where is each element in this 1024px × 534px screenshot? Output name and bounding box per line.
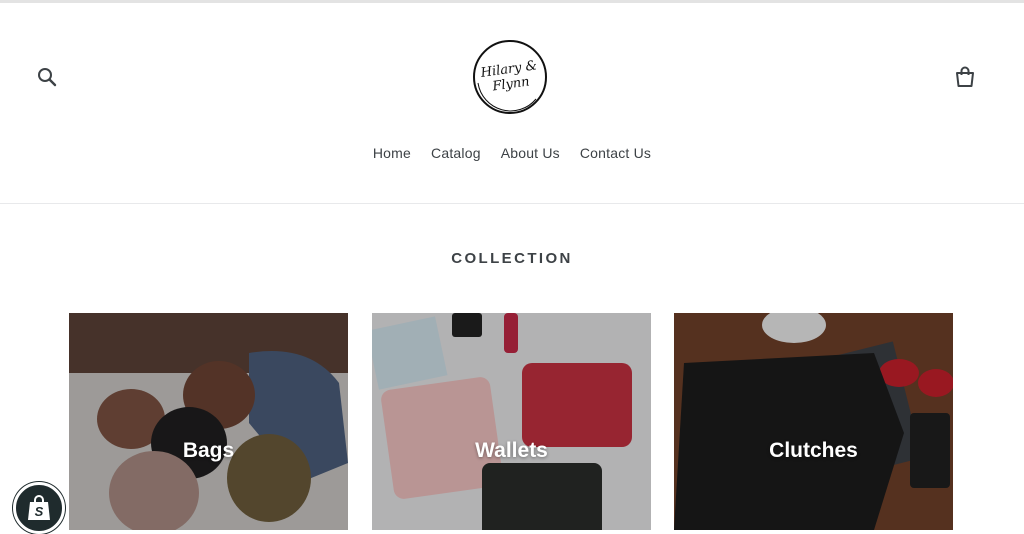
card-overlay [69,313,348,530]
shopify-bag-icon: S [28,495,50,520]
card-overlay [674,313,953,530]
shopify-badge-button[interactable]: S [13,482,65,534]
nav-item-catalog[interactable]: Catalog [421,145,491,161]
collection-card-wallets[interactable]: Wallets [372,313,651,530]
collection-card-bags[interactable]: Bags [69,313,348,530]
svg-text:S: S [35,504,44,519]
card-label-clutches: Clutches [769,439,858,462]
collection-card-clutches[interactable]: Clutches [674,313,953,530]
site-header: Hilary & Flynn Home Catalog About Us Con… [0,3,1024,204]
card-label-wallets: Wallets [475,439,548,462]
site-logo[interactable]: Hilary & Flynn [470,37,550,117]
main-nav: Home Catalog About Us Contact Us [0,145,1024,161]
card-label-bags: Bags [182,439,235,462]
nav-item-home[interactable]: Home [363,145,421,161]
cart-icon [956,66,974,87]
card-overlay [372,313,651,530]
cart-button[interactable] [951,63,979,91]
logo-text: Hilary & Flynn [465,32,555,122]
nav-item-about-us[interactable]: About Us [491,145,570,161]
search-icon [38,68,57,87]
nav-item-contact-us[interactable]: Contact Us [570,145,661,161]
search-button[interactable] [33,63,61,91]
collection-title: COLLECTION [451,250,573,267]
